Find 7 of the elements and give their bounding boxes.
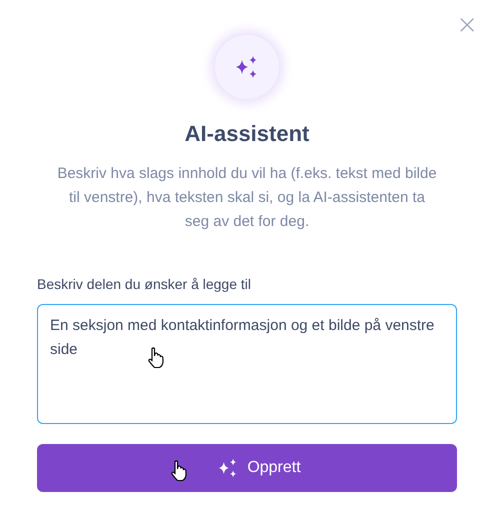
field-label: Beskriv delen du ønsker å legge til — [37, 276, 252, 292]
dialog-title: AI-assistent — [184, 121, 310, 147]
dialog-description: Beskriv hva slags innhold du vil ha (f.eks. tekst med bilde til venstre), hva teksten skal si, og la AI-assistenten ta seg av det for deg. — [57, 164, 437, 232]
hand-cursor-icon — [147, 347, 165, 369]
create-button[interactable]: Opprett — [37, 444, 457, 492]
input-field[interactable]: En seksjon med kontaktinformasjon og et bilde på venstre side — [37, 304, 457, 424]
hand-cursor-icon — [170, 460, 188, 482]
